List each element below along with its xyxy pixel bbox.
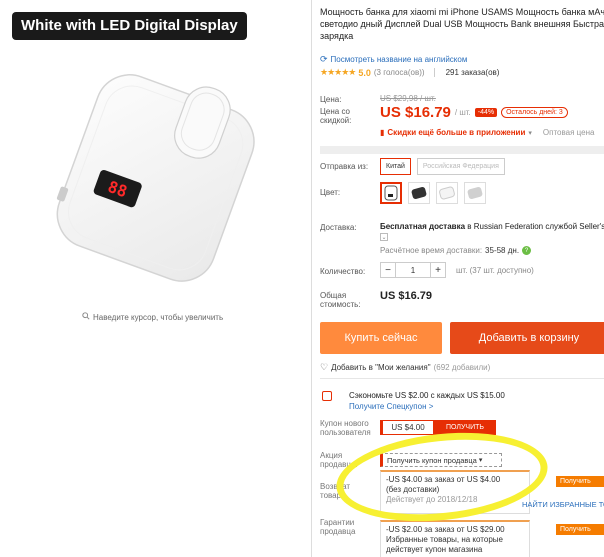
total-label: Общая стоимость: xyxy=(320,291,361,309)
coupon-2-condition: Избранные товары, на которые xyxy=(386,535,503,544)
days-left-badge: Осталось дней: 3 xyxy=(501,107,568,118)
color-swatches xyxy=(380,182,486,204)
ship-from-options: Китай Российская Федерация xyxy=(380,158,505,175)
coupon-1-get-button[interactable]: Получить xyxy=(556,476,604,487)
phone-icon: ▮ xyxy=(380,128,385,137)
delivery-estimate-value: 35-58 дн. xyxy=(485,246,520,255)
total-price: US $16.79 xyxy=(380,290,432,302)
add-to-cart-button[interactable]: Добавить в корзину xyxy=(450,322,604,354)
quantity-plus-button[interactable]: + xyxy=(431,263,445,277)
delivery-service-text: в Russian Federation службой Seller's xyxy=(467,222,604,231)
translate-link-text[interactable]: Посмотреть название на английском xyxy=(331,55,468,64)
shipping-label: Отправка из: xyxy=(320,162,369,171)
coupon-2-get-button[interactable]: Получить xyxy=(556,524,604,535)
heart-icon: ♡ xyxy=(320,362,329,372)
chevron-down-icon: ▾ xyxy=(478,457,483,464)
find-selected-items-link[interactable]: НАЙТИ ИЗБРАННЫЕ ТОВАРЫ xyxy=(522,500,604,509)
seller-coupon-dropdown-text[interactable]: Получить купон продавца xyxy=(387,456,477,465)
delivery-info: Бесплатная доставка в Russian Federation… xyxy=(380,222,604,231)
discount-badge: -44% xyxy=(474,108,498,117)
ship-from-china[interactable]: Китай xyxy=(380,158,411,175)
seller-coupon-dropdown[interactable]: Получить купон продавца ▾ xyxy=(380,453,502,467)
color-swatch-white[interactable] xyxy=(436,182,458,204)
section-separator xyxy=(320,146,604,154)
coupon-1-condition: (без доставки) xyxy=(386,485,440,494)
new-user-coupon-button[interactable]: ПОЛУЧИТЬ xyxy=(434,420,496,435)
wholesale-price-link[interactable]: Оптовая цена xyxy=(543,128,595,137)
wishlist-text[interactable]: Добавить в "Мои желания" xyxy=(331,363,431,372)
warranty-label: Гарантии продавца xyxy=(320,518,356,536)
app-promo-text[interactable]: Скидки ещё больше в приложении xyxy=(387,128,525,137)
translate-icon: ⟳ xyxy=(320,54,328,64)
quantity-available: шт. (37 шт. доступно) xyxy=(456,266,534,275)
current-price: US $16.79 xyxy=(380,104,451,121)
quantity-stepper: − 1 + xyxy=(380,262,446,278)
rating-separator xyxy=(433,68,435,77)
wishlist-count: (692 добавили) xyxy=(433,363,491,372)
coupon-2-discount: -US $2.00 за заказ от US $29.00 xyxy=(386,525,505,534)
zoom-hint-text: Наведите курсор, чтобы увеличить xyxy=(93,312,224,322)
coupon-icon xyxy=(322,391,332,401)
chevron-down-icon: ▾ xyxy=(528,129,532,137)
column-divider xyxy=(311,0,312,557)
delivery-estimate: Расчётное время доставки: 35-58 дн. ? xyxy=(380,246,532,255)
special-coupon-link[interactable]: Получите Спецкупон > xyxy=(349,402,433,411)
quantity-label: Количество: xyxy=(320,267,366,276)
new-user-coupon-amount: US $4.00 xyxy=(380,420,434,435)
delivery-estimate-label: Расчётное время доставки: xyxy=(380,246,483,255)
variant-badge: White with LED Digital Display xyxy=(12,12,247,40)
zoom-hint: Наведите курсор, чтобы увеличить xyxy=(82,312,223,322)
power-bank-image[interactable]: 88 xyxy=(40,68,272,286)
ship-from-russia[interactable]: Российская Федерация xyxy=(416,158,505,175)
free-shipping-text: Бесплатная доставка xyxy=(380,222,466,231)
orders-count: 291 заказа(ов) xyxy=(445,68,500,77)
product-title: Мощность банка для xiaomi mi iPhone USAM… xyxy=(320,7,604,41)
old-price: US $29,98 / шт. xyxy=(380,94,436,103)
color-swatch-gray[interactable] xyxy=(464,182,486,204)
translate-link[interactable]: ⟳ Посмотреть название на английском xyxy=(320,54,467,65)
promo-divider xyxy=(320,378,604,379)
coupon-1-expiry: Действует до 2018/12/18 xyxy=(386,495,478,504)
quantity-input[interactable]: 1 xyxy=(395,263,431,277)
return-label: Возврат товара xyxy=(320,482,350,500)
wishlist-link[interactable]: ♡ Добавить в "Мои желания" (692 добавили… xyxy=(320,362,490,373)
color-label: Цвет: xyxy=(320,188,341,197)
star-rating-icon: ★★★★★ xyxy=(320,67,356,77)
color-swatch-black[interactable] xyxy=(408,182,430,204)
delivery-dropdown-icon[interactable]: ⌄ xyxy=(380,233,388,241)
seller-coupon-card-2: -US $2.00 за заказ от US $29.00 Избранны… xyxy=(380,520,530,557)
product-gallery: White with LED Digital Display 88 Наведи… xyxy=(0,0,312,557)
app-promo[interactable]: ▮ Скидки ещё больше в приложении ▾ Оптов… xyxy=(380,128,594,137)
rating-row: ★★★★★ 5.0 (3 голоса(ов)) 291 заказа(ов) xyxy=(320,67,499,78)
coupon-2-condition-2: действует купон магазина xyxy=(386,545,483,554)
votes-link[interactable]: (3 голоса(ов)) xyxy=(374,68,425,77)
new-user-coupon-label: Купон нового пользователя xyxy=(320,419,371,437)
magnifier-icon xyxy=(82,312,90,322)
save-offer-text: Сэкономьте US $2.00 с каждых US $15.00 xyxy=(349,391,505,400)
buy-now-button[interactable]: Купить сейчас xyxy=(320,322,442,354)
seller-promo-label: Акция продавца: xyxy=(320,451,358,469)
product-info-panel: Мощность банка для xiaomi mi iPhone USAM… xyxy=(320,0,604,557)
discount-price-label: Цена со скидкой: xyxy=(320,107,352,125)
seller-coupon-card-1: -US $4.00 за заказ от US $4.00 (без дост… xyxy=(380,470,530,514)
rating-value: 5.0 xyxy=(358,67,371,78)
price-label: Цена: xyxy=(320,95,342,104)
help-icon[interactable]: ? xyxy=(522,246,532,255)
delivery-label: Доставка: xyxy=(320,223,357,232)
quantity-minus-button[interactable]: − xyxy=(381,263,395,277)
coupon-1-discount: -US $4.00 за заказ от US $4.00 xyxy=(386,475,501,484)
color-swatch-white-led[interactable] xyxy=(380,182,402,204)
price-row: US $16.79 / шт. -44% Осталось дней: 3 xyxy=(380,104,568,121)
price-unit: / шт. xyxy=(454,108,471,117)
